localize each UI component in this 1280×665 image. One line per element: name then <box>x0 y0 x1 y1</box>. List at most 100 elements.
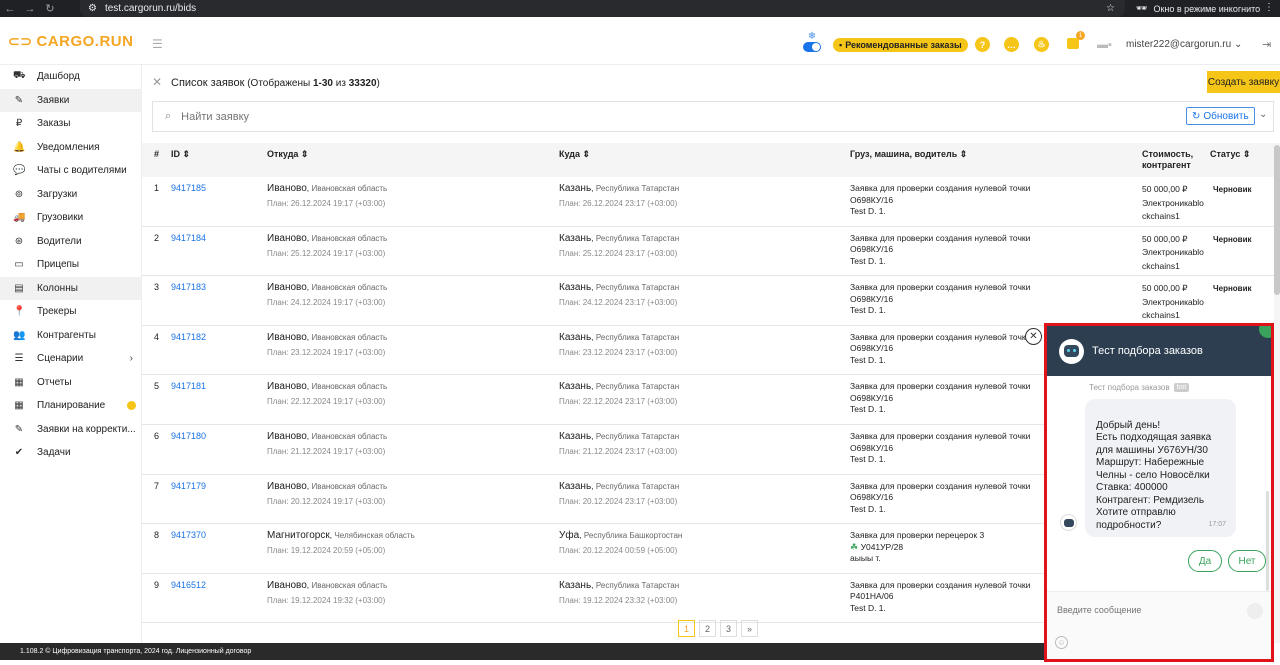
bid-id-link[interactable]: 9417179 <box>171 481 206 491</box>
bids-icon: ✎ <box>14 94 24 106</box>
search-box: ⌕ <box>152 101 1274 132</box>
to-region: Республика Татарстан <box>595 283 680 293</box>
menu-burger-icon[interactable]: ☰ <box>152 37 163 51</box>
chat-message-text: Добрый день! Есть подходящая заявка для … <box>1096 419 1212 531</box>
truck-small-icon: ▪ <box>839 40 843 50</box>
cargo-name: Заявка для проверки создания нулевой точ… <box>850 282 1031 293</box>
loading-icon: ⊚ <box>14 188 24 200</box>
sidebar-item[interactable]: 📍 Трекеры <box>0 300 141 324</box>
truck-plate: О698КУ/16 <box>850 492 894 503</box>
sidebar-item[interactable]: ☰ Сценарии › <box>0 347 141 371</box>
from-city: Магнитогорск <box>267 530 330 542</box>
address-bar[interactable]: ⚙ test.cargorun.ru/bids ☆ <box>80 0 1125 17</box>
sidebar-item[interactable]: ⊚ Загрузки <box>0 183 141 207</box>
sidebar-item[interactable]: 👥 Контрагенты <box>0 324 141 348</box>
bid-id-link[interactable]: 9417185 <box>171 183 206 193</box>
steering-wheel-icon: ⊛ <box>14 235 24 247</box>
footer: 1.108.2 © Цифровизация транспорта, 2024 … <box>0 643 1045 660</box>
bid-id-link[interactable]: 9417183 <box>171 282 206 292</box>
bid-id-link[interactable]: 9417181 <box>171 381 206 391</box>
bid-id-link[interactable]: 9416512 <box>171 580 206 590</box>
truck-icon[interactable]: ▬▪ <box>1097 39 1112 51</box>
snow-switch[interactable] <box>803 42 821 52</box>
bot-tag: bot <box>1173 383 1190 392</box>
truck-plate: О698КУ/16 <box>850 194 894 205</box>
incognito-indicator[interactable]: 🕶 Окно в режиме инкогнито <box>1136 0 1260 17</box>
sidebar-item[interactable]: ▤ Колонны <box>0 276 141 300</box>
from-plan: План: 25.12.2024 19:17 (+03:00) <box>267 248 386 258</box>
recommended-orders-button[interactable]: ▪ Рекомендованные заказы <box>833 38 968 52</box>
col-cargo[interactable]: Груз, машина, водитель ⇕ <box>850 149 967 160</box>
sidebar-item[interactable]: ₽ Заказы <box>0 112 141 136</box>
to-city: Казань <box>559 183 592 194</box>
col-cost[interactable]: Стоимость, контрагент <box>1142 149 1202 171</box>
sidebar-item[interactable]: 💬 Чаты с водителями <box>0 159 141 183</box>
sidebar-item[interactable]: ✎ Заявки <box>0 88 141 112</box>
refresh-button[interactable]: ↻ Обновить <box>1186 107 1255 125</box>
chat-scrollbar[interactable] <box>1266 491 1269 591</box>
table-scrollbar-thumb[interactable] <box>1274 145 1280 295</box>
col-status[interactable]: Статус ⇕ <box>1210 149 1250 160</box>
cargo-cell: Заявка для проверки создания нулевой точ… <box>850 183 1135 218</box>
col-id[interactable]: ID ⇕ <box>171 149 190 160</box>
page-button[interactable]: 1 <box>678 620 695 637</box>
browser-menu-icon[interactable]: ⋮ <box>1264 2 1274 13</box>
chat-message-input[interactable] <box>1057 605 1227 615</box>
page-button[interactable]: 3 <box>720 620 737 637</box>
sidebar-item[interactable]: ⊛ Водители <box>0 230 141 254</box>
bid-id-link[interactable]: 9417180 <box>171 431 206 441</box>
sidebar-item[interactable]: ✔ Задачи <box>0 441 141 465</box>
status-badge: Черновик <box>1213 234 1252 244</box>
truck-plate: О698КУ/16 <box>850 244 894 255</box>
table-row[interactable]: 1 9417185 Иваново, Ивановская область План:… <box>142 177 1274 227</box>
bid-id-link[interactable]: 9417184 <box>171 233 206 243</box>
logo[interactable]: ⊂⊃ CARGO.RUN <box>8 33 133 50</box>
logout-icon[interactable]: ⇥ <box>1262 38 1271 51</box>
table-row[interactable]: 3 9417183 Иваново, Ивановская область План:… <box>142 276 1274 326</box>
reply-no-button[interactable]: Нет <box>1228 550 1266 572</box>
col-from[interactable]: Откуда ⇕ <box>267 149 308 160</box>
messages-icon[interactable]: … <box>1004 37 1019 52</box>
col-num: # <box>154 149 160 159</box>
to-city: Казань <box>559 331 592 343</box>
search-input[interactable] <box>181 110 1082 123</box>
page-button[interactable]: 2 <box>699 620 716 637</box>
sidebar-item[interactable]: 🚚 Грузовики <box>0 206 141 230</box>
chevron-down-icon[interactable]: ⌄ <box>1259 109 1267 120</box>
table-row[interactable]: 2 9417184 Иваново, Ивановская область План:… <box>142 227 1274 277</box>
bookmark-star-icon[interactable]: ☆ <box>1106 3 1115 14</box>
back-icon[interactable]: ← <box>0 3 20 15</box>
sidebar-item[interactable]: ▦ Планирование <box>0 394 141 418</box>
reply-yes-button[interactable]: Да <box>1188 550 1222 572</box>
create-bid-button[interactable]: Создать заявку <box>1207 71 1280 93</box>
sidebar-item[interactable]: ✎ Заявки на корректи... <box>0 418 141 442</box>
next-page-button[interactable]: » <box>741 620 758 637</box>
calendar-icon: ▦ <box>14 400 24 412</box>
send-icon[interactable] <box>1247 603 1263 619</box>
sidebar-item[interactable]: ▦ Отчеты <box>0 371 141 395</box>
to-region: Республика Татарстан <box>595 332 680 342</box>
notifications-icon[interactable] <box>1067 38 1079 49</box>
snow-toggle[interactable]: ❄ <box>802 31 822 55</box>
bid-id-link[interactable]: 9417370 <box>171 530 206 540</box>
help-icon[interactable]: ? <box>975 37 990 52</box>
bid-id-link[interactable]: 9417182 <box>171 332 206 342</box>
sidebar-item[interactable]: ▭ Прицепы <box>0 253 141 277</box>
forward-icon[interactable]: → <box>20 3 40 15</box>
incognito-label: Окно в режиме инкогнито <box>1153 3 1261 14</box>
from-city: Иваново <box>267 183 307 194</box>
close-list-icon[interactable]: ✕ <box>152 75 162 89</box>
sidebar-item[interactable]: ⛟ Дашборд <box>0 65 141 89</box>
reload-icon[interactable]: ↻ <box>40 2 60 15</box>
chat-close-button[interactable]: ✕ <box>1025 328 1042 345</box>
sidebar-item[interactable]: 🔔 Уведомления <box>0 136 141 160</box>
fire-icon[interactable]: ♨ <box>1034 37 1049 52</box>
cost-cell: 50 000,00 ₽ Электроникablo ckchains1 <box>1142 183 1208 224</box>
emoji-icon[interactable]: ☺ <box>1055 636 1068 649</box>
app-header: ⊂⊃ CARGO.RUN ☰ ❄ ▪ Рекомендованные заказ… <box>0 17 1280 65</box>
site-info-icon[interactable]: ⚙ <box>88 3 97 14</box>
col-to[interactable]: Куда ⇕ <box>559 149 590 160</box>
truck-plate: Р401НА/06 <box>850 591 894 602</box>
user-email[interactable]: mister222@cargorun.ru ⌄ <box>1126 39 1242 50</box>
row-number: 9 <box>154 579 160 590</box>
